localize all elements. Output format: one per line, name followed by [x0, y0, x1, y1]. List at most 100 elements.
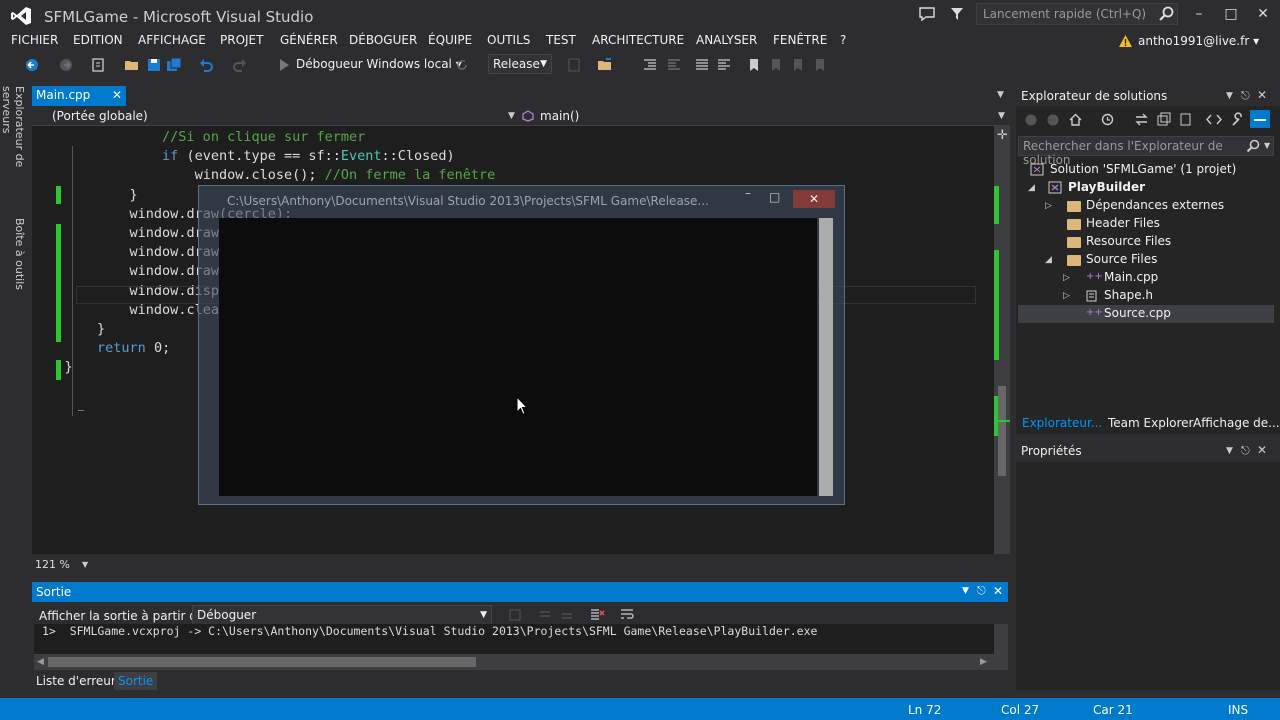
uncomment-lines-icon[interactable]: [716, 57, 732, 73]
chevron-down-icon[interactable]: ▼: [508, 111, 515, 121]
close-button[interactable]: ✕: [1250, 4, 1276, 24]
tree-item-shape-h[interactable]: Shape.h: [1104, 288, 1153, 302]
menu-outils[interactable]: OUTILS: [487, 33, 530, 47]
solution-folder-icon[interactable]: [597, 57, 613, 73]
clear-all-icon[interactable]: [590, 607, 605, 622]
tab-output[interactable]: Sortie: [114, 672, 158, 690]
scrollbar-thumb[interactable]: [48, 657, 476, 667]
tab-error-list[interactable]: Liste d'erreurs: [32, 672, 126, 690]
clear-bookmarks-icon[interactable]: [812, 57, 828, 73]
preview-selected-items-button[interactable]: [1250, 110, 1270, 128]
solution-search-input[interactable]: Rechercher dans l'Explorateur de solutio…: [1018, 136, 1274, 167]
chevron-down-icon[interactable]: ▼: [1264, 141, 1270, 150]
menu-fichier[interactable]: FICHIER: [11, 33, 58, 47]
chevron-down-icon[interactable]: ▼: [998, 111, 1005, 121]
menu-deboguer[interactable]: DÉBOGUER: [349, 33, 417, 47]
collapsed-arrow-icon[interactable]: ▷: [1045, 201, 1052, 211]
search-icon[interactable]: [1246, 139, 1260, 153]
forward-icon[interactable]: [1046, 113, 1060, 127]
menu-generer[interactable]: GÉNÉRER: [280, 33, 338, 47]
pin-icon[interactable]: ⎋: [1241, 89, 1250, 103]
collapsed-arrow-icon[interactable]: ▷: [1063, 273, 1070, 283]
tab-class-view[interactable]: Affichage de...: [1193, 416, 1280, 430]
next-message-icon[interactable]: [560, 608, 574, 622]
back-icon[interactable]: [1024, 113, 1038, 127]
navigate-forward-icon[interactable]: [58, 57, 74, 73]
comment-lines-icon[interactable]: [694, 57, 710, 73]
refresh-icon[interactable]: [454, 57, 470, 73]
tree-item-source-cpp[interactable]: Source.cpp: [1104, 306, 1171, 320]
previous-message-icon[interactable]: [538, 608, 552, 622]
save-all-icon[interactable]: [166, 57, 182, 73]
tab-team-explorer[interactable]: Team Explorer: [1108, 416, 1194, 430]
scroll-left-icon[interactable]: ◀: [37, 657, 44, 667]
tree-item-main-cpp[interactable]: Main.cpp: [1104, 270, 1158, 284]
indent-icon[interactable]: [642, 57, 658, 73]
split-editor-icon[interactable]: ✛: [997, 128, 1008, 143]
chevron-down-icon[interactable]: ▼: [962, 586, 969, 596]
redo-icon[interactable]: [232, 57, 248, 73]
editor-horizontal-scrollbar[interactable]: [96, 556, 996, 574]
debugger-target-dropdown[interactable]: Débogueur Windows local ▾: [296, 57, 462, 71]
code-line[interactable]: if (event.type == sf::Event::Closed): [32, 147, 495, 166]
sync-active-document-icon[interactable]: [1134, 112, 1149, 127]
scope-dropdown[interactable]: (Portée globale): [52, 109, 148, 123]
solution-configuration-select[interactable]: Release ▼: [488, 54, 552, 74]
close-icon[interactable]: ✕: [1257, 88, 1267, 102]
chevron-down-icon[interactable]: ▼: [82, 560, 88, 569]
menu-equipe[interactable]: ÉQUIPE: [428, 33, 472, 47]
word-wrap-icon[interactable]: [620, 607, 635, 622]
chevron-down-icon[interactable]: ▼: [1226, 91, 1233, 101]
warning-icon[interactable]: [1118, 34, 1133, 48]
member-dropdown[interactable]: main(): [540, 109, 579, 123]
properties-wrench-icon[interactable]: [1230, 112, 1245, 127]
maximize-button[interactable]: □: [1218, 4, 1244, 24]
tree-item-source-files[interactable]: Source Files: [1086, 252, 1157, 266]
minimize-button[interactable]: –: [1186, 4, 1212, 24]
pending-changes-filter-icon[interactable]: [1100, 112, 1115, 127]
pin-icon[interactable]: ⎋: [1241, 444, 1250, 458]
menu-fenetre[interactable]: FENÊTRE: [773, 33, 827, 47]
navigate-back-icon[interactable]: [24, 57, 40, 73]
server-explorer-tab[interactable]: Explorateur de serveurs: [0, 86, 26, 208]
previous-bookmark-icon[interactable]: [768, 57, 784, 73]
start-debugging-icon[interactable]: [276, 57, 292, 73]
bookmark-icon[interactable]: [746, 57, 762, 73]
filter-icon[interactable]: [950, 7, 964, 21]
close-icon[interactable]: ✕: [1257, 443, 1267, 457]
outdent-icon[interactable]: [666, 57, 682, 73]
toolbox-tab[interactable]: Boîte à outils: [8, 218, 26, 290]
zoom-level[interactable]: 121 %: [35, 558, 70, 571]
open-file-icon[interactable]: [124, 57, 140, 73]
save-icon[interactable]: [146, 57, 162, 73]
console-minimize-button[interactable]: –: [745, 186, 751, 200]
expanded-arrow-icon[interactable]: ◢: [1028, 183, 1035, 193]
chevron-down-icon[interactable]: ▼: [1226, 446, 1233, 456]
quick-launch-input[interactable]: Lancement rapide (Ctrl+Q): [976, 3, 1178, 25]
tree-item-solution[interactable]: Solution 'SFMLGame' (1 projet): [1050, 162, 1236, 176]
console-output-area[interactable]: [219, 218, 817, 496]
code-line[interactable]: window.close(); //On ferme la fenêtre: [32, 166, 496, 185]
pin-icon[interactable]: ⎋: [977, 584, 986, 598]
tree-item-resource-files[interactable]: Resource Files: [1086, 234, 1171, 248]
console-maximize-button[interactable]: □: [769, 190, 780, 204]
undo-icon[interactable]: [198, 57, 214, 73]
output-source-select[interactable]: Déboguer ▼: [192, 605, 492, 625]
home-icon[interactable]: [1068, 112, 1083, 127]
menu-architecture[interactable]: ARCHITECTURE: [592, 33, 684, 47]
menu-help[interactable]: ?: [840, 33, 846, 47]
show-all-files-icon[interactable]: [1178, 112, 1193, 127]
collapsed-arrow-icon[interactable]: ▷: [1063, 291, 1070, 301]
scroll-right-icon[interactable]: ▶: [980, 657, 987, 667]
search-icon[interactable]: [1158, 6, 1174, 22]
console-close-button[interactable]: ✕: [793, 190, 835, 208]
editor-vertical-scrollbar[interactable]: [994, 126, 1010, 554]
close-icon[interactable]: ✕: [993, 584, 1003, 598]
tree-item-project[interactable]: PlayBuilder: [1068, 180, 1145, 194]
tab-overflow-icon[interactable]: ▼: [997, 90, 1004, 100]
menu-test[interactable]: TEST: [546, 33, 576, 47]
menu-projet[interactable]: PROJET: [220, 33, 263, 47]
user-account[interactable]: antho1991@live.fr ▾: [1138, 34, 1259, 48]
console-scrollbar[interactable]: [819, 218, 833, 496]
next-bookmark-icon[interactable]: [790, 57, 806, 73]
